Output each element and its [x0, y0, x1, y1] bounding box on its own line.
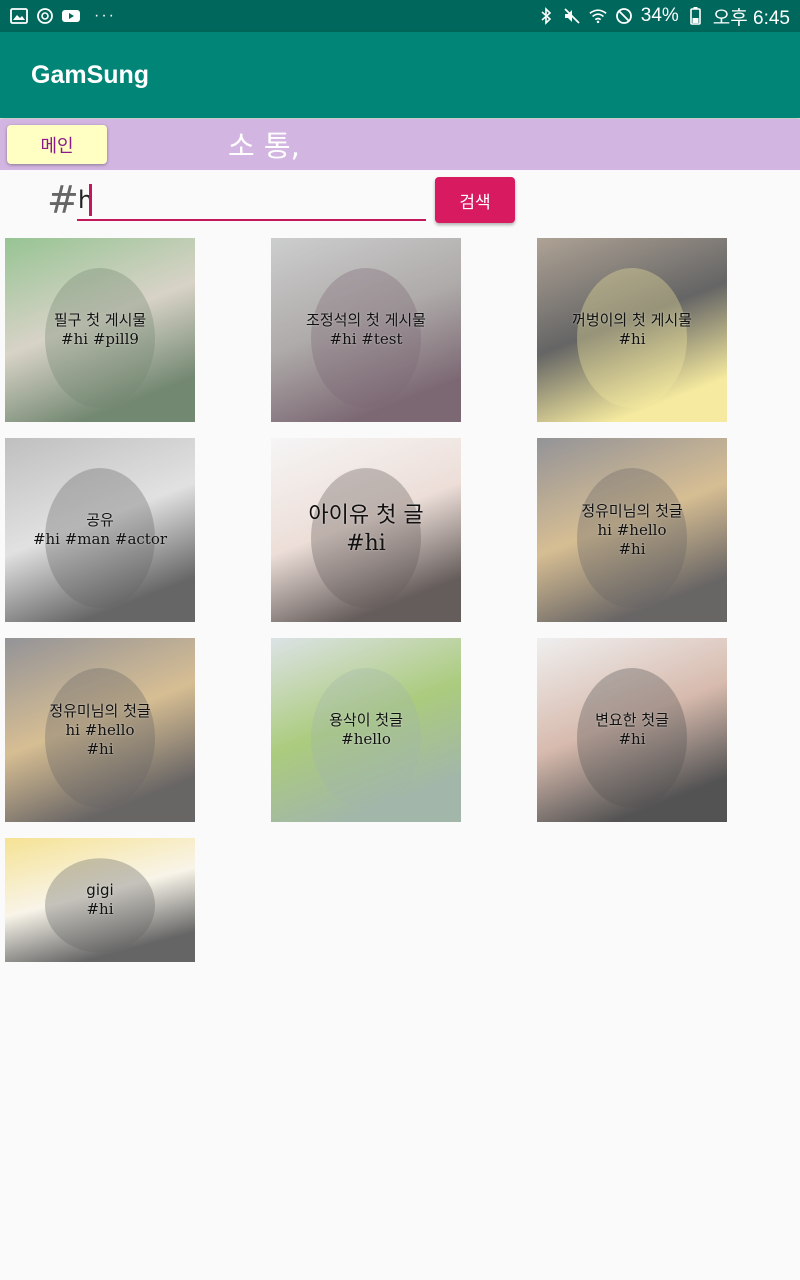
- image-icon: [10, 8, 28, 24]
- status-time: 오후 6:45: [712, 7, 790, 29]
- mute-icon: [563, 8, 581, 24]
- post-tags: #hi: [86, 900, 114, 918]
- post-caption: 아이유 첫 글 #hi: [308, 502, 423, 558]
- status-more-dots: ···: [94, 7, 116, 24]
- post-card[interactable]: 정유미님의 첫글 hi #hello #hi: [5, 638, 195, 822]
- post-tags: #hi: [618, 730, 646, 748]
- post-tags: hi #hello: [597, 520, 667, 539]
- post-card[interactable]: 조정석의 첫 게시물 #hi #test: [271, 238, 461, 422]
- post-card[interactable]: 변요한 첫글 #hi: [537, 638, 727, 822]
- blocked-icon: [615, 8, 633, 24]
- section-title: 소 통,: [228, 129, 300, 163]
- post-tags: hi #hello: [65, 720, 135, 739]
- post-title: 변요한 첫글: [595, 711, 669, 729]
- text-cursor: [89, 184, 92, 216]
- search-button[interactable]: 검색: [435, 177, 515, 223]
- post-title: 정유미님의 첫글: [49, 701, 151, 720]
- post-title: 필구 첫 게시물: [53, 311, 147, 329]
- post-title: 조정석의 첫 게시물: [306, 311, 426, 329]
- post-caption: 용삭이 첫글 #hello: [329, 711, 403, 749]
- post-caption: 정유미님의 첫글 hi #hello #hi: [581, 502, 682, 559]
- post-caption: 꺼벙이의 첫 게시물 #hi: [572, 311, 692, 349]
- app-bar: GamSung: [0, 32, 800, 118]
- post-title: 용삭이 첫글: [329, 711, 403, 729]
- post-card[interactable]: 아이유 첫 글 #hi: [271, 438, 461, 622]
- post-tags: #hello: [341, 730, 391, 748]
- post-tags: #hi: [346, 531, 386, 556]
- status-bar-left: ···: [10, 7, 116, 25]
- sync-icon: [36, 8, 54, 24]
- post-tags: #hi: [618, 539, 646, 558]
- post-title: gigi: [86, 881, 114, 899]
- status-bar-right: 34% 오후 6:45: [537, 3, 790, 30]
- post-card[interactable]: gigi #hi: [5, 838, 195, 962]
- post-tags: #hi: [618, 330, 646, 348]
- hashtag-search-input[interactable]: [77, 181, 426, 221]
- post-tags: #hi #pill9: [61, 330, 139, 348]
- post-title: 정유미님의 첫글: [581, 501, 683, 520]
- post-caption: 조정석의 첫 게시물 #hi #test: [306, 311, 426, 349]
- menu-strip: 메인 소 통,: [0, 119, 800, 170]
- post-card[interactable]: 꺼벙이의 첫 게시물 #hi: [537, 238, 727, 422]
- post-title: 꺼벙이의 첫 게시물: [572, 311, 692, 329]
- app-title: GamSung: [31, 60, 150, 89]
- post-title: 아이유 첫 글: [308, 503, 424, 528]
- post-card[interactable]: 용삭이 첫글 #hello: [271, 638, 461, 822]
- post-title: 공유: [86, 511, 114, 529]
- post-card[interactable]: 공유 #hi #man #actor: [5, 438, 195, 622]
- post-caption: 변요한 첫글 #hi: [595, 711, 669, 749]
- wifi-icon: [589, 8, 607, 24]
- post-tags: #hi: [86, 739, 114, 758]
- post-card[interactable]: 필구 첫 게시물 #hi #pill9: [5, 238, 195, 422]
- status-bar: ··· 34% 오후 6:45: [0, 0, 800, 32]
- hashtag-label: #: [47, 178, 79, 222]
- battery-percent: 34%: [640, 5, 679, 26]
- main-button[interactable]: 메인: [7, 125, 107, 164]
- post-tags: #hi #test: [329, 330, 403, 348]
- bluetooth-icon: [537, 7, 555, 25]
- post-tags: #hi #man #actor: [32, 530, 168, 548]
- post-caption: gigi #hi: [86, 881, 113, 919]
- youtube-icon: [62, 8, 80, 24]
- post-card[interactable]: 정유미님의 첫글 hi #hello #hi: [537, 438, 727, 622]
- post-caption: 필구 첫 게시물 #hi #pill9: [54, 311, 146, 349]
- post-caption: 공유 #hi #man #actor: [33, 511, 167, 549]
- battery-icon: [687, 7, 705, 25]
- post-caption: 정유미님의 첫글 hi #hello #hi: [49, 702, 150, 759]
